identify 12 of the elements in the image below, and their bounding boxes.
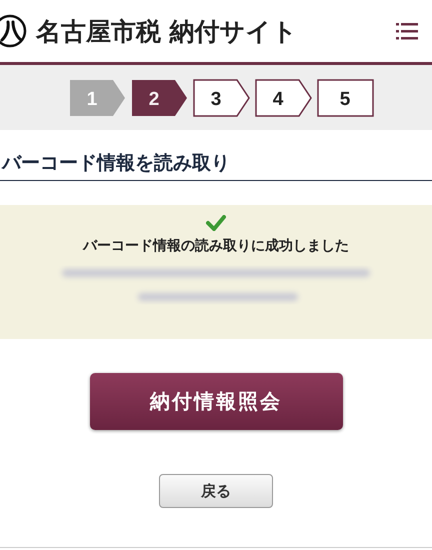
site-title: 名古屋市税 納付サイト xyxy=(36,16,299,48)
checkmark-icon xyxy=(206,215,226,231)
step-indicator: 3 xyxy=(193,78,251,116)
inquiry-button[interactable]: 納付情報照会 xyxy=(90,373,342,430)
step-indicator: 5 xyxy=(317,78,375,116)
step-indicator: 1 xyxy=(69,78,127,116)
success-message: バーコード情報の読み取りに成功しました xyxy=(83,237,349,255)
section-heading: バーコード情報を読み取り xyxy=(2,152,230,174)
menu-icon[interactable] xyxy=(396,22,418,40)
step-indicator: 4 xyxy=(255,78,313,116)
back-button[interactable]: 戻る xyxy=(159,474,273,508)
step-indicator: 2 xyxy=(131,78,189,116)
